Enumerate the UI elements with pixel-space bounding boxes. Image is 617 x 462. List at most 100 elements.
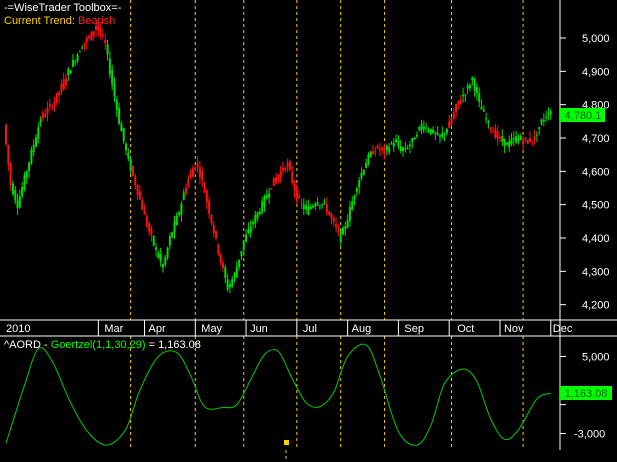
candle-body bbox=[457, 100, 460, 105]
cursor-marker bbox=[284, 440, 289, 445]
candle-body bbox=[88, 36, 91, 39]
candle-body bbox=[300, 202, 303, 204]
candle-body bbox=[330, 213, 333, 219]
candle-body bbox=[487, 121, 490, 123]
candle-body bbox=[342, 227, 345, 235]
candle-body bbox=[55, 92, 58, 104]
candle-body bbox=[261, 201, 264, 213]
candle-body bbox=[171, 232, 174, 238]
candle-body bbox=[422, 126, 425, 130]
indicator-value: 1,163.08 bbox=[158, 339, 201, 351]
candle-body bbox=[231, 279, 234, 287]
indicator-separator: - bbox=[40, 339, 51, 351]
candle-body bbox=[459, 99, 462, 104]
last-price-label: 4,780.1 bbox=[565, 110, 602, 122]
candle-body bbox=[538, 127, 541, 129]
candle-body bbox=[46, 107, 49, 115]
candle-body bbox=[145, 216, 148, 227]
candle-body bbox=[191, 168, 194, 178]
candle-body bbox=[501, 136, 504, 142]
candle-body bbox=[198, 167, 201, 178]
candle-body bbox=[489, 127, 492, 131]
candle-body bbox=[353, 195, 356, 200]
candle-body bbox=[441, 133, 444, 137]
candle-body bbox=[118, 107, 121, 124]
candle-body bbox=[383, 148, 386, 153]
candle-body bbox=[254, 214, 257, 224]
trend-label: Current Trend: bbox=[4, 15, 75, 27]
candle-body bbox=[547, 112, 550, 115]
candle-body bbox=[318, 205, 321, 207]
candle-body bbox=[411, 138, 414, 143]
candle-body bbox=[475, 87, 478, 94]
price-tick-label: 5,000 bbox=[582, 33, 610, 45]
candle-body bbox=[323, 201, 326, 203]
chart-background bbox=[0, 0, 617, 462]
candle-body bbox=[247, 229, 250, 233]
candle-body bbox=[286, 162, 289, 167]
price-tick-label: 4,600 bbox=[582, 166, 610, 178]
candle-body bbox=[498, 137, 501, 139]
candle-body bbox=[374, 150, 377, 152]
candle-body bbox=[270, 188, 273, 190]
candle-body bbox=[194, 167, 197, 170]
candle-body bbox=[385, 145, 388, 151]
candle-body bbox=[429, 128, 432, 134]
candle-body bbox=[226, 279, 229, 290]
candle-body bbox=[277, 174, 280, 180]
candle-body bbox=[120, 123, 123, 132]
candle-body bbox=[196, 163, 199, 167]
candle-body bbox=[496, 131, 499, 139]
candle-body bbox=[99, 28, 102, 35]
candle-body bbox=[376, 145, 379, 149]
indicator-tick-label: -3,000 bbox=[574, 429, 605, 441]
candle-body bbox=[540, 119, 543, 124]
candle-body bbox=[152, 235, 155, 246]
candle-body bbox=[404, 148, 407, 150]
candle-body bbox=[178, 212, 181, 216]
candle-body bbox=[240, 250, 243, 257]
month-label: Jun bbox=[250, 323, 268, 335]
candle-body bbox=[339, 230, 342, 242]
candle-body bbox=[438, 134, 441, 137]
trend-line: Current Trend: Bearish bbox=[4, 15, 115, 28]
candle-body bbox=[67, 68, 70, 76]
candle-body bbox=[148, 222, 151, 232]
candle-body bbox=[390, 143, 393, 145]
candle-body bbox=[115, 99, 118, 110]
candle-body bbox=[328, 211, 331, 215]
candle-body bbox=[32, 144, 35, 152]
candle-body bbox=[224, 267, 227, 278]
candle-body bbox=[305, 205, 308, 210]
candle-body bbox=[37, 127, 40, 139]
candle-body bbox=[28, 162, 31, 172]
candle-body bbox=[360, 172, 363, 179]
candle-body bbox=[415, 135, 418, 137]
candle-body bbox=[150, 228, 153, 235]
candle-body bbox=[23, 175, 26, 190]
candle-body bbox=[242, 240, 245, 251]
candle-body bbox=[508, 141, 511, 148]
candle-body bbox=[321, 203, 324, 205]
candle-body bbox=[205, 190, 208, 203]
candle-body bbox=[268, 193, 271, 198]
candle-body bbox=[161, 264, 164, 268]
candle-body bbox=[420, 123, 423, 131]
toolbox-title: -=WiseTrader Toolbox=- bbox=[4, 2, 122, 14]
candle-body bbox=[113, 83, 116, 97]
candle-body bbox=[545, 116, 548, 118]
month-label: May bbox=[201, 323, 222, 335]
candle-body bbox=[41, 112, 44, 119]
candle-body bbox=[455, 103, 458, 112]
candle-body bbox=[166, 247, 169, 258]
candle-body bbox=[408, 144, 411, 147]
candle-body bbox=[62, 79, 65, 90]
candle-body bbox=[478, 93, 481, 102]
candle-body bbox=[175, 215, 178, 226]
candle-body bbox=[189, 172, 192, 179]
candle-body bbox=[293, 182, 296, 192]
candle-body bbox=[406, 147, 409, 149]
candle-body bbox=[258, 211, 261, 214]
candle-body bbox=[11, 183, 14, 195]
candle-body bbox=[399, 145, 402, 152]
